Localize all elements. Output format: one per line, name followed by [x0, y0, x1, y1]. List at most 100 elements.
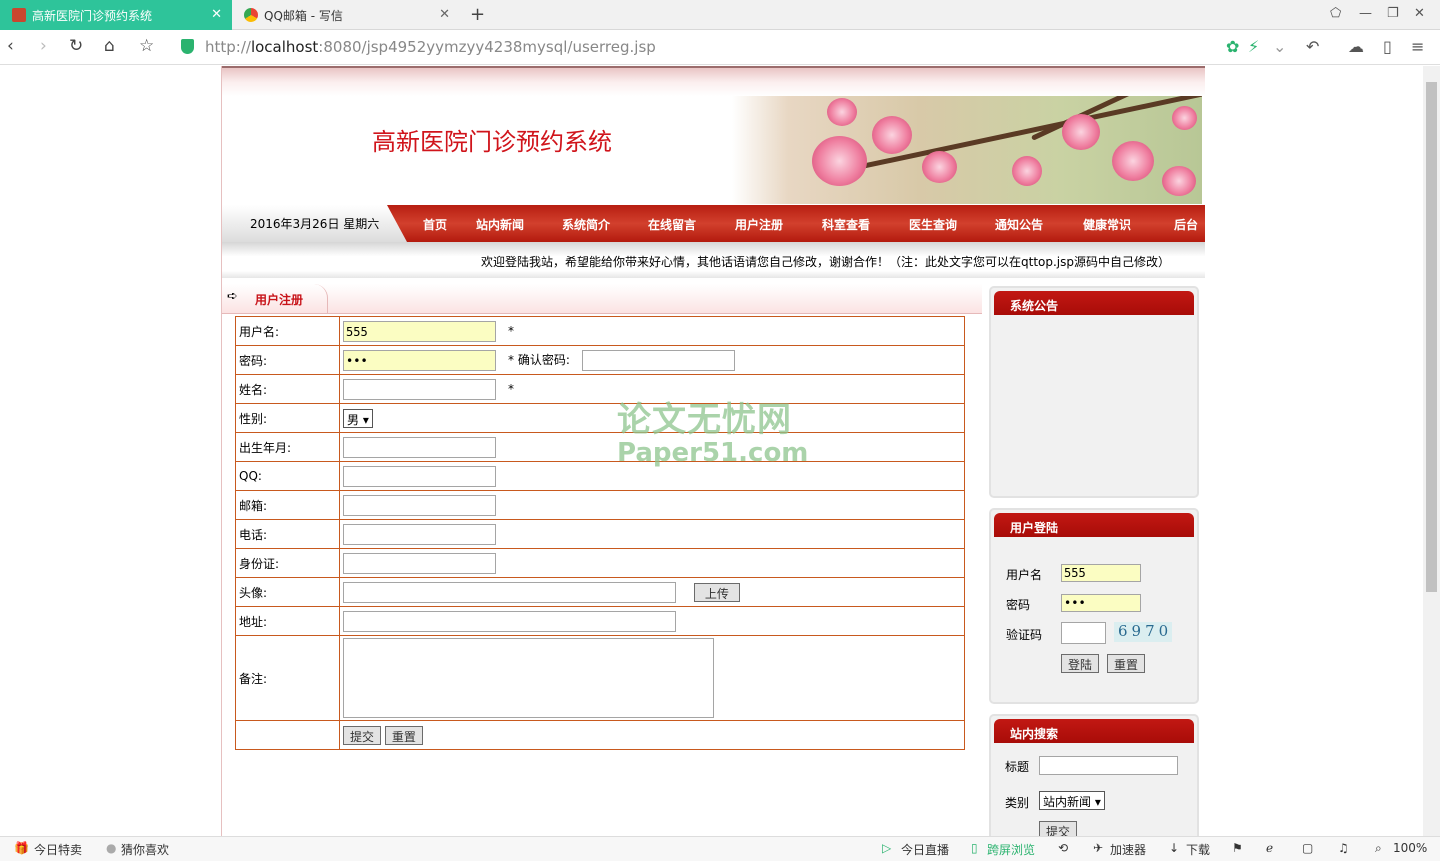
qq-input[interactable] — [343, 465, 496, 487]
password-input[interactable]: ••• — [343, 349, 496, 371]
menu-icon[interactable]: ≡ — [1411, 37, 1424, 56]
status-download[interactable]: 下载 — [1186, 841, 1210, 858]
register-tab: ➪ 用户注册 — [222, 284, 328, 314]
birth-label: 出生年月: — [235, 432, 340, 462]
register-panel: ➪ 用户注册 用户名: 555 * 密码: ••• * 确认密码: 姓名: * 性别… — [222, 284, 982, 844]
password-label: 密码: — [235, 345, 340, 375]
close-window-icon[interactable]: ✕ — [1414, 6, 1425, 21]
cloud-icon[interactable]: ☁ — [1348, 37, 1364, 56]
nav-departments[interactable]: 科室查看 — [822, 216, 870, 233]
nav-intro[interactable]: 系统简介 — [562, 216, 610, 233]
back-icon[interactable]: ‹ — [7, 36, 14, 56]
login-button[interactable]: 登陆 — [1061, 654, 1100, 673]
chevron-down-icon: ▾ — [1094, 795, 1101, 809]
nav-news[interactable]: 站内新闻 — [476, 216, 524, 233]
form-row-qq: QQ: — [235, 461, 965, 491]
username-label: 用户名: — [235, 316, 340, 346]
email-label: 邮箱: — [235, 490, 340, 520]
name-label: 姓名: — [235, 374, 340, 404]
address-label: 地址: — [235, 606, 340, 636]
flag-icon[interactable]: ⚑ — [1232, 841, 1243, 855]
site-title: 高新医院门诊预约系统 — [372, 128, 612, 156]
forward-icon[interactable]: › — [40, 36, 47, 56]
form-row-remark: 备注: — [235, 635, 965, 721]
address-input[interactable] — [343, 610, 676, 632]
form-row-idcard: 身份证: — [235, 548, 965, 578]
phone-sync-icon: ▯ — [971, 841, 978, 855]
tab-qqmail[interactable]: QQ邮箱 - 写信 ✕ — [232, 0, 460, 30]
form-row-actions: 提交 重置 — [235, 720, 965, 750]
close-tab-icon[interactable]: ✕ — [211, 7, 222, 22]
search-title: 站内搜索 — [994, 719, 1194, 743]
undo-icon[interactable]: ↶ — [1306, 37, 1319, 56]
phone-icon[interactable]: ▯ — [1383, 37, 1392, 56]
status-crossscreen[interactable]: 跨屏浏览 — [987, 841, 1035, 858]
nav-message[interactable]: 在线留言 — [648, 216, 696, 233]
login-username-input[interactable]: 555 — [1061, 564, 1141, 582]
url-field[interactable]: http://localhost:8080/jsp4952yymzyy4238m… — [205, 38, 656, 56]
submit-button[interactable]: 提交 — [343, 725, 382, 745]
idcard-input[interactable] — [343, 552, 496, 574]
nav-home[interactable]: 首页 — [423, 216, 447, 233]
nav-register[interactable]: 用户注册 — [735, 216, 783, 233]
refresh-circle-icon[interactable]: ⟲ — [1058, 841, 1068, 855]
zoom-icon: ⌕ — [1375, 841, 1382, 855]
extension-icon[interactable]: ✿ — [1226, 37, 1239, 56]
main-nav: 2016年3月26日 星期六 首页 站内新闻 系统简介 在线留言 用户注册 科室… — [222, 205, 1205, 242]
watermark-logo: 论文无忧网 — [617, 400, 792, 440]
nav-notices[interactable]: 通知公告 — [995, 216, 1043, 233]
zoom-level[interactable]: 100% — [1393, 841, 1427, 855]
form-row-address: 地址: — [235, 606, 965, 636]
browser-tabbar: 高新医院门诊预约系统 ✕ QQ邮箱 - 写信 ✕ + ⬠ — ❐ ✕ — [0, 0, 1440, 30]
speed-icon[interactable]: ⚡ — [1248, 37, 1259, 56]
ie-icon[interactable]: ℯ — [1266, 841, 1273, 855]
marquee-text: 欢迎登陆我站，希望能给你带来好心情，其他话语请您自己修改，谢谢合作！（注：此处文… — [481, 255, 1171, 269]
dropdown-icon[interactable]: ⌄ — [1273, 37, 1286, 56]
upload-button[interactable]: 上传 — [693, 582, 740, 602]
birth-input[interactable] — [343, 436, 496, 458]
reset-button[interactable]: 重置 — [384, 725, 423, 745]
tab-hospital[interactable]: 高新医院门诊预约系统 ✕ — [0, 0, 232, 30]
scrollbar-thumb[interactable] — [1426, 82, 1437, 592]
banner: 高新医院门诊预约系统 — [222, 96, 1205, 204]
name-input[interactable] — [343, 378, 496, 400]
close-tab-icon[interactable]: ✕ — [439, 7, 450, 22]
status-accelerator[interactable]: 加速器 — [1110, 841, 1146, 858]
login-password-input[interactable]: ••• — [1061, 594, 1141, 612]
email-input[interactable] — [343, 494, 496, 516]
gender-select[interactable]: 男 ▾ — [343, 408, 373, 428]
volume-icon[interactable]: ♫ — [1338, 841, 1349, 855]
login-reset-button[interactable]: 重置 — [1107, 654, 1146, 673]
bookmark-star-icon[interactable]: ☆ — [139, 36, 154, 56]
status-deals[interactable]: 今日特卖 — [34, 841, 82, 858]
captcha-input[interactable] — [1061, 622, 1106, 644]
search-category-select[interactable]: 站内新闻 ▾ — [1039, 791, 1105, 810]
nav-doctors[interactable]: 医生查询 — [909, 216, 957, 233]
nav-admin[interactable]: 后台 — [1174, 216, 1198, 233]
download-icon: ↓ — [1169, 841, 1180, 855]
confirm-password-label: 确认密码: — [517, 352, 570, 367]
window-icon[interactable]: ▢ — [1302, 841, 1313, 855]
reload-icon[interactable]: ↻ — [69, 36, 83, 56]
username-input[interactable]: 555 — [343, 320, 496, 342]
chevron-down-icon: ▾ — [362, 412, 369, 427]
form-row-gender: 性别: 男 ▾ — [235, 403, 965, 433]
rocket-icon: ✈ — [1093, 841, 1104, 855]
home-icon[interactable]: ⌂ — [104, 36, 115, 56]
skin-icon[interactable]: ⬠ — [1330, 6, 1341, 21]
status-live[interactable]: 今日直播 — [901, 841, 949, 858]
nav-health[interactable]: 健康常识 — [1083, 216, 1131, 233]
minimize-icon[interactable]: — — [1359, 6, 1372, 21]
gift-icon: 🎁 — [14, 841, 29, 855]
confirm-password-input[interactable] — [581, 349, 735, 371]
captcha-label: 验证码 — [1006, 628, 1043, 642]
avatar-input[interactable] — [343, 581, 676, 603]
status-guess[interactable]: 猜你喜欢 — [121, 841, 169, 858]
new-tab-icon[interactable]: + — [470, 4, 485, 25]
gender-label: 性别: — [235, 403, 340, 433]
tab-title: 高新医院门诊预约系统 — [32, 8, 153, 23]
search-title-input[interactable] — [1039, 756, 1178, 775]
phone-input[interactable] — [343, 523, 496, 545]
remark-textarea[interactable] — [343, 638, 714, 718]
restore-icon[interactable]: ❐ — [1387, 6, 1399, 21]
